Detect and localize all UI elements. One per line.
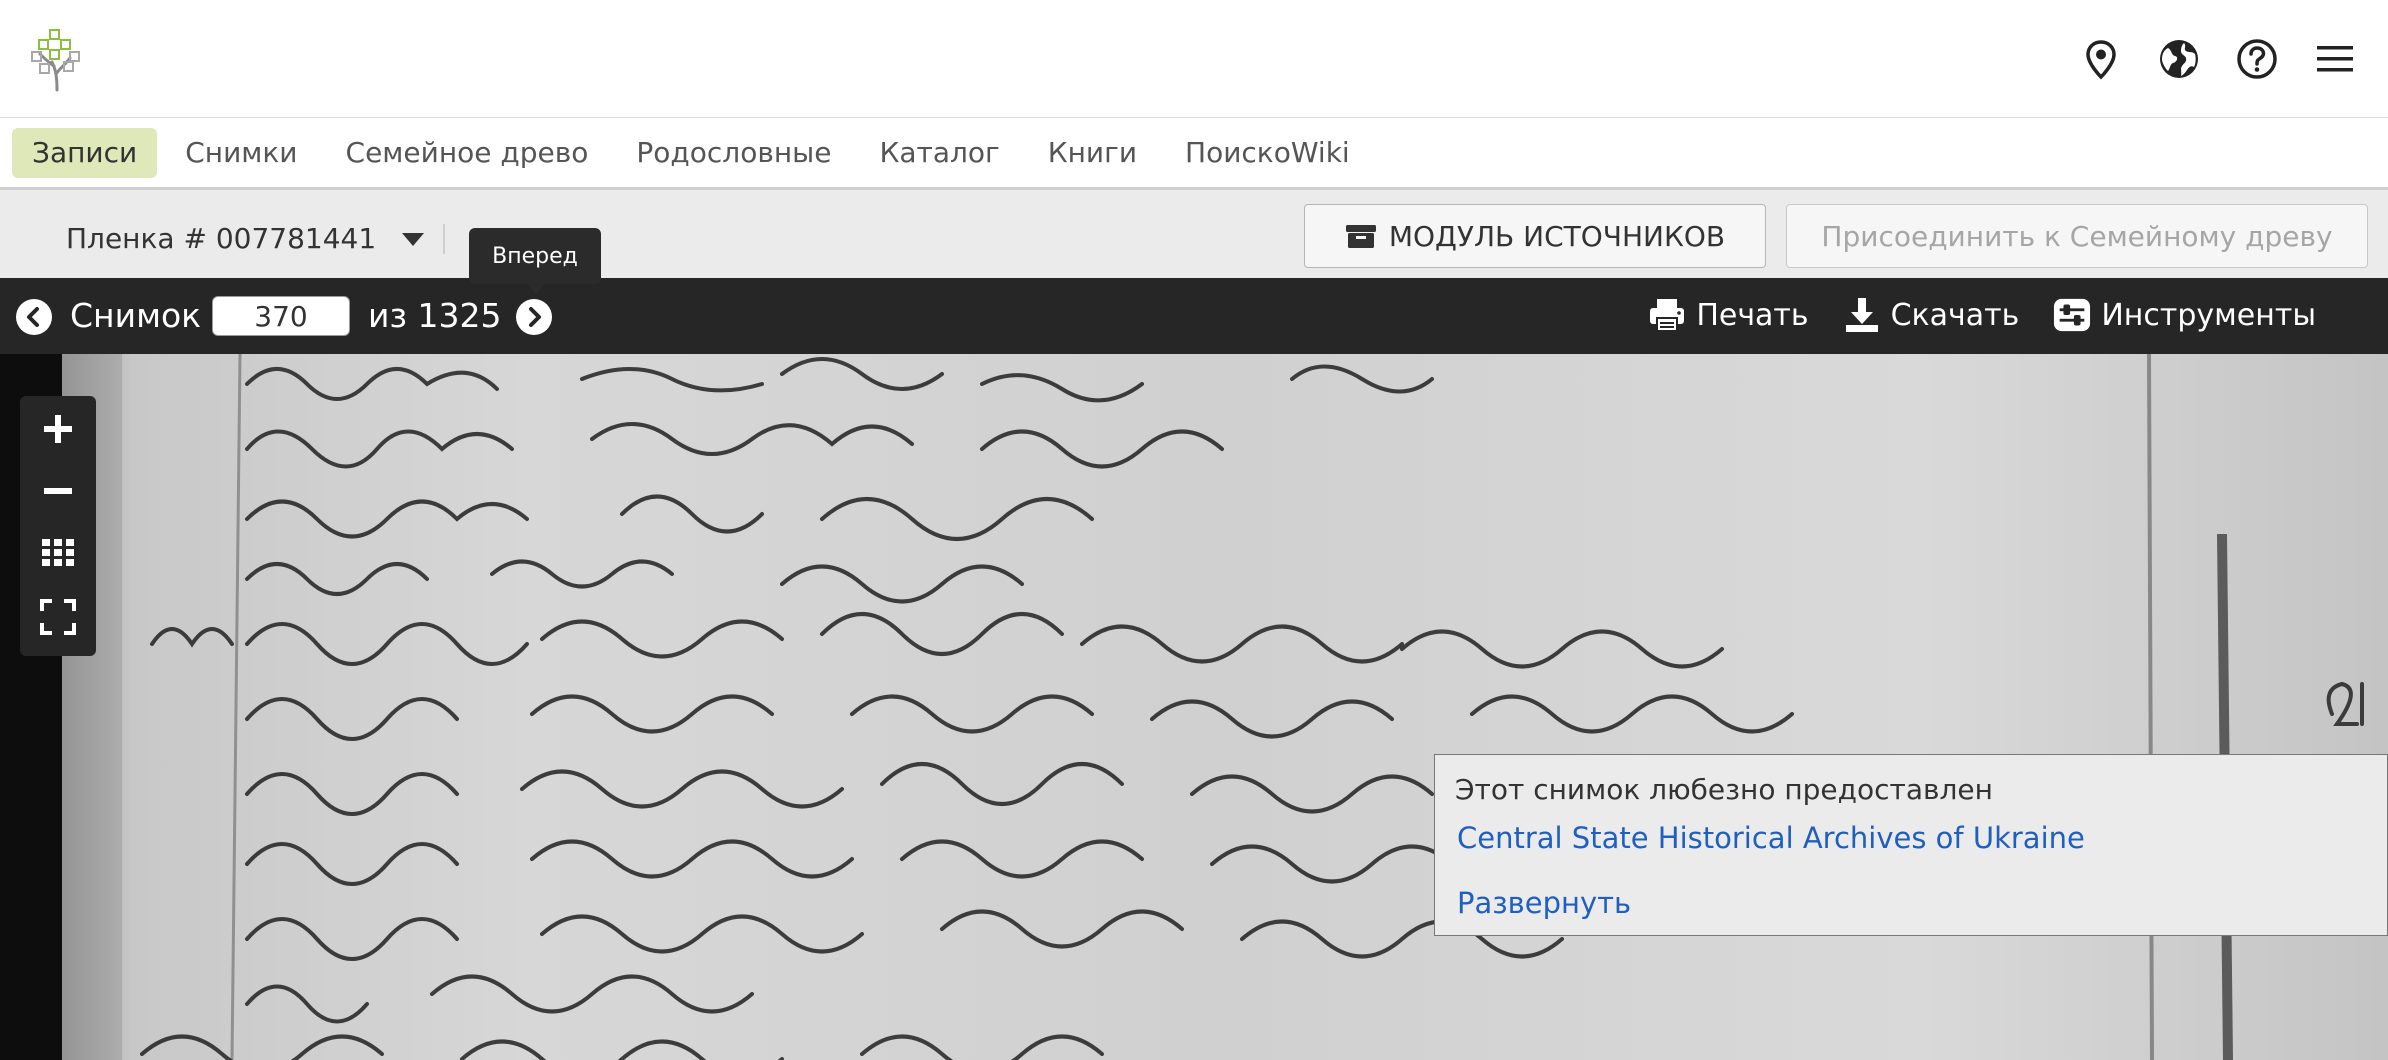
nav-item-wiki[interactable]: ПоискоWiki <box>1165 128 1370 178</box>
grid-view-icon[interactable] <box>39 534 77 572</box>
print-label: Печать <box>1696 297 1809 333</box>
zoom-in-icon[interactable] <box>39 410 77 448</box>
previous-image-icon[interactable] <box>15 298 53 336</box>
source-attribution-panel: Этот снимок любезно предоставлен Central… <box>1434 754 2388 936</box>
tools-label: Инструменты <box>2101 297 2316 333</box>
handwriting-strokes <box>62 354 2364 1060</box>
image-toolbar: Снимок из 1325 Печать Скачать Инструмент… <box>0 278 2388 354</box>
tooltip-arrow <box>525 282 547 294</box>
archive-link[interactable]: Central State Historical Archives of Ukr… <box>1457 821 2085 855</box>
menu-icon[interactable] <box>2312 36 2358 82</box>
download-icon <box>1845 298 1878 332</box>
attach-to-tree-label: Присоединить к Семейному древу <box>1821 219 2333 253</box>
globe-icon[interactable] <box>2156 36 2202 82</box>
attribution-text: Этот снимок любезно предоставлен <box>1455 773 1993 806</box>
film-number: Пленка # 007781441 <box>66 222 377 255</box>
source-box-button[interactable]: МОДУЛЬ ИСТОЧНИКОВ <box>1304 204 1766 268</box>
download-button[interactable]: Скачать <box>1843 296 2020 334</box>
image-total: из 1325 <box>368 296 502 335</box>
document-scan[interactable] <box>62 354 2388 1060</box>
nav-item-catalog[interactable]: Каталог <box>859 128 1019 178</box>
next-tooltip: Вперед <box>469 228 601 284</box>
nav-item-records[interactable]: Записи <box>12 128 158 178</box>
image-viewer[interactable]: Этот снимок любезно предоставлен Central… <box>0 354 2388 1060</box>
chevron-down-icon[interactable] <box>396 227 430 251</box>
main-nav: Записи Снимки Семейное древо Родословные… <box>0 118 2388 190</box>
source-box-label: МОДУЛЬ ИСТОЧНИКОВ <box>1388 219 1726 253</box>
image-number-input[interactable] <box>212 296 350 336</box>
expand-link[interactable]: Развернуть <box>1457 886 1631 920</box>
location-pin-icon[interactable] <box>2078 36 2124 82</box>
nav-item-genealogies[interactable]: Родословные <box>616 128 851 178</box>
next-image-icon[interactable] <box>515 298 553 336</box>
image-label: Снимок <box>70 296 202 335</box>
nav-item-family-tree[interactable]: Семейное древо <box>326 128 609 178</box>
fullscreen-icon[interactable] <box>39 598 77 636</box>
printer-icon <box>1650 299 1685 332</box>
film-bar: Пленка # 007781441 МОДУЛЬ ИСТОЧНИКОВ При… <box>0 190 2388 278</box>
help-icon[interactable] <box>2234 36 2280 82</box>
site-header <box>0 0 2388 118</box>
nav-item-books[interactable]: Книги <box>1028 128 1157 178</box>
archive-box-icon <box>1345 225 1376 248</box>
nav-item-images[interactable]: Снимки <box>165 128 317 178</box>
separator <box>443 224 445 254</box>
download-label: Скачать <box>1890 297 2020 333</box>
tree-logo-icon[interactable] <box>30 28 86 92</box>
tools-button[interactable]: Инструменты <box>2053 296 2316 334</box>
sliders-icon <box>2054 298 2091 332</box>
zoom-out-icon[interactable] <box>39 472 77 510</box>
print-button[interactable]: Печать <box>1648 296 1809 334</box>
attach-to-tree-button[interactable]: Присоединить к Семейному древу <box>1786 204 2368 268</box>
zoom-controls <box>20 396 96 656</box>
